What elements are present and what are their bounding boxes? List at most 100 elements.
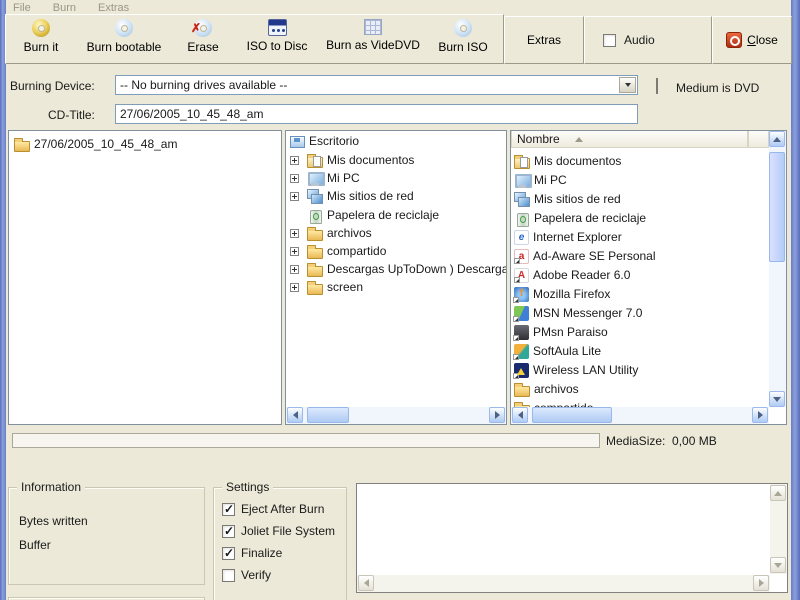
tree-item-mis-sitios-de-red[interactable]: Mis sitios de red (290, 187, 414, 205)
internet-explorer-icon: e (514, 229, 529, 245)
erase-button[interactable]: Erase (172, 15, 234, 61)
compilation-root-item[interactable]: 27/06/2005_10_45_48_am (14, 135, 177, 153)
list-item[interactable]: f Mozilla Firefox (513, 285, 610, 303)
menu-burn[interactable]: Burn (50, 2, 79, 14)
window-border-right (791, 0, 800, 600)
file-list-panel[interactable]: Nombre Mis documentos Mi PC Mis sitios d… (510, 130, 787, 425)
verify-checkbox[interactable] (222, 568, 235, 582)
tree-root-escritorio[interactable]: Escritorio (289, 132, 359, 150)
log-vscrollbar[interactable] (770, 484, 787, 574)
ad-aware-icon: a (514, 248, 529, 264)
expand-plus-icon[interactable] (290, 191, 299, 201)
list-item[interactable]: archivos (514, 380, 579, 398)
expand-plus-icon[interactable] (290, 228, 299, 238)
medium-is-dvd-checkbox[interactable] (656, 78, 658, 94)
column-header-empty[interactable] (748, 131, 769, 148)
menu-file[interactable]: File (10, 2, 34, 14)
scroll-thumb[interactable] (769, 152, 785, 262)
softaula-icon (513, 343, 529, 360)
list-item[interactable]: Mi PC (514, 171, 567, 189)
tree-item-papelera[interactable]: Papelera de reciclaje (303, 206, 439, 224)
list-item[interactable]: Papelera de reciclaje (514, 209, 646, 227)
cd-title-value: 27/06/2005_10_45_48_am (120, 107, 264, 121)
audio-checkbox[interactable] (603, 33, 616, 47)
joliet-file-system-checkbox[interactable] (222, 524, 235, 538)
log-hscrollbar[interactable] (357, 575, 770, 592)
video-grid-icon (364, 19, 382, 35)
finalize-checkbox[interactable] (222, 546, 235, 560)
my-computer-icon (307, 171, 325, 186)
list-item[interactable]: Mis documentos (514, 152, 621, 170)
desktop-tree-panel[interactable]: Escritorio Mis documentos Mi PC Mis siti… (285, 130, 507, 425)
expand-plus-icon[interactable] (290, 282, 299, 292)
scroll-left-button[interactable] (512, 407, 528, 423)
expand-plus-icon[interactable] (290, 155, 299, 165)
folder-icon (307, 280, 323, 295)
list-item[interactable]: A Adobe Reader 6.0 (514, 266, 630, 284)
tree-item-mi-pc[interactable]: Mi PC (290, 169, 360, 187)
firefox-icon: f (513, 286, 529, 303)
list-item[interactable]: a Ad-Aware SE Personal (514, 247, 656, 265)
tree-item-archivos[interactable]: archivos (290, 224, 372, 242)
scroll-thumb[interactable] (532, 407, 612, 423)
option-eject-after-burn[interactable]: Eject After Burn (222, 502, 324, 516)
list-item[interactable]: SoftAula Lite (513, 342, 601, 360)
erase-disc-icon (191, 19, 212, 37)
column-header-nombre[interactable]: Nombre (511, 131, 748, 148)
tree-item-mis-documentos[interactable]: Mis documentos (290, 151, 414, 169)
folder-icon (307, 244, 323, 259)
blue-disc-icon (115, 19, 133, 37)
iso-to-disc-button[interactable]: ISO to Disc (234, 15, 320, 61)
burn-iso-button[interactable]: Burn ISO (426, 15, 500, 61)
pmsn-paraiso-icon (513, 324, 529, 341)
menu-bar: File Burn Extras (6, 0, 791, 15)
burning-device-value: -- No burning drives available -- (120, 78, 288, 92)
list-item[interactable]: Wireless LAN Utility (513, 361, 638, 379)
scroll-down-button[interactable] (770, 557, 786, 573)
list-item[interactable]: e Internet Explorer (514, 228, 622, 246)
medium-is-dvd-label: Medium is DVD (676, 81, 760, 95)
burn-as-videdvd-button[interactable]: Burn as VideDVD (320, 15, 426, 61)
scroll-down-button[interactable] (769, 391, 785, 407)
option-joliet-file-system[interactable]: Joliet File System (222, 524, 335, 538)
expand-plus-icon[interactable] (290, 246, 299, 256)
file-list-hscrollbar[interactable] (511, 407, 769, 424)
list-item[interactable]: Mis sitios de red (514, 190, 621, 208)
log-textarea[interactable] (356, 483, 788, 593)
adobe-reader-icon: A (514, 267, 529, 283)
buffer-label: Buffer (19, 538, 51, 552)
option-finalize[interactable]: Finalize (222, 546, 282, 560)
tree-hscrollbar[interactable] (286, 407, 506, 424)
burn-bootable-button[interactable]: Burn bootable (76, 15, 172, 61)
gold-disc-icon (32, 19, 50, 37)
burning-device-combobox[interactable]: -- No burning drives available -- (115, 75, 638, 95)
scroll-up-button[interactable] (770, 485, 786, 501)
expand-plus-icon[interactable] (290, 173, 299, 183)
option-verify[interactable]: Verify (222, 568, 271, 582)
tree-item-compartido[interactable]: compartido (290, 242, 386, 260)
scroll-right-button[interactable] (752, 407, 768, 423)
combo-dropdown-button[interactable] (619, 77, 636, 93)
tree-item-screen[interactable]: screen (290, 278, 363, 296)
scroll-right-button[interactable] (489, 407, 505, 423)
desktop-icon (289, 134, 305, 149)
iso-drive-icon (267, 19, 287, 36)
scroll-thumb[interactable] (307, 407, 349, 423)
expand-plus-icon[interactable] (290, 264, 299, 274)
compilation-panel[interactable]: 27/06/2005_10_45_48_am (8, 130, 282, 425)
menu-extras[interactable]: Extras (95, 2, 132, 14)
tree-item-descargas[interactable]: Descargas UpToDown ) Descarga (290, 260, 506, 278)
scroll-left-button[interactable] (358, 575, 374, 591)
scroll-right-button[interactable] (753, 575, 769, 591)
close-button[interactable]: Close (712, 16, 792, 64)
list-item[interactable]: MSN Messenger 7.0 (513, 304, 642, 322)
eject-after-burn-checkbox[interactable] (222, 502, 235, 516)
file-list-vscrollbar[interactable] (769, 131, 786, 407)
scroll-left-button[interactable] (287, 407, 303, 423)
burn-it-button[interactable]: Burn it (6, 15, 76, 61)
cd-title-input[interactable]: 27/06/2005_10_45_48_am (115, 104, 638, 124)
scroll-up-button[interactable] (769, 131, 785, 147)
list-item[interactable]: PMsn Paraiso (513, 323, 608, 341)
my-computer-icon (514, 173, 532, 188)
extras-button[interactable]: Extras (504, 16, 584, 64)
